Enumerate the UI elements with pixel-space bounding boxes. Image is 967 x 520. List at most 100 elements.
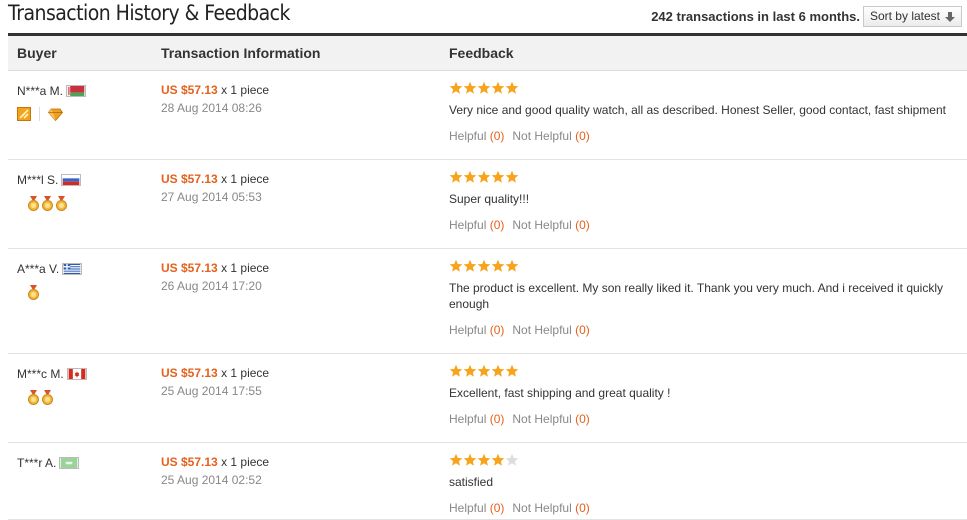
table-row: A***a V. US $57.13 x 1 piece 26 Aug 2014 1… [8, 249, 967, 354]
table-row: M***c M. US $57.13 x 1 piece 25 Aug 2014 1… [8, 354, 967, 443]
buyer-cell: A***a V. [17, 262, 83, 276]
buyer-badges [28, 285, 39, 300]
not-helpful-button[interactable]: Not Helpful (0) [512, 501, 589, 515]
buyer-name: M***c M. [17, 367, 64, 381]
quantity: x 1 piece [221, 172, 270, 186]
level-square-icon [17, 107, 31, 121]
medal-icon [28, 390, 39, 405]
star-icon [463, 81, 477, 94]
star-icon [463, 170, 477, 183]
star-icon [463, 259, 477, 272]
star-icon [477, 170, 491, 183]
star-icon [505, 364, 519, 377]
helpful-button-label: Helpful [449, 129, 487, 143]
column-header-feedback: Feedback [449, 45, 514, 61]
arrow-down-icon [945, 11, 955, 22]
star-icon [477, 259, 491, 272]
badge-divider [39, 107, 40, 121]
table-header: Buyer Transaction Information Feedback [8, 33, 967, 71]
greece-flag [62, 263, 83, 275]
buyer-name: A***a V. [17, 262, 60, 276]
transaction-date: 25 Aug 2014 02:52 [161, 473, 262, 487]
sort-button[interactable]: Sort by latest [862, 6, 962, 27]
helpful-button[interactable]: Helpful (0) [449, 412, 504, 426]
quantity: x 1 piece [221, 366, 270, 380]
star-icon [449, 364, 463, 377]
feedback-text: The product is excellent. My son really … [449, 281, 943, 311]
column-header-transaction: Transaction Information [161, 45, 321, 61]
helpful-button-label: Helpful [449, 218, 487, 232]
not-helpful-button[interactable]: Not Helpful (0) [512, 218, 589, 232]
not-helpful-button[interactable]: Not Helpful (0) [512, 129, 589, 143]
medal-icon [28, 196, 39, 211]
helpful-button[interactable]: Helpful (0) [449, 129, 504, 143]
not-helpful-button-label: Not Helpful [512, 412, 572, 426]
not-helpful-button-count: (0) [575, 501, 590, 515]
not-helpful-button[interactable]: Not Helpful (0) [512, 412, 589, 426]
page-title: Transaction History & Feedback [8, 1, 290, 25]
buyer-name: N***a M. [17, 84, 64, 98]
price-line: US $57.13 x 1 piece [161, 172, 269, 186]
star-icon [491, 453, 505, 466]
star-icon [505, 170, 519, 183]
helpful-votes: Helpful (0) Not Helpful (0) [449, 129, 598, 143]
not-helpful-button-count: (0) [575, 218, 590, 232]
helpful-button[interactable]: Helpful (0) [449, 501, 504, 515]
star-icon [449, 81, 463, 94]
transaction-count: 242 transactions in last 6 months. [651, 9, 860, 24]
unknown-flag [59, 457, 80, 469]
not-helpful-button-label: Not Helpful [512, 323, 572, 337]
helpful-votes: Helpful (0) Not Helpful (0) [449, 218, 598, 232]
buyer-cell: T***r A. [17, 456, 80, 470]
quantity: x 1 piece [221, 261, 270, 275]
not-helpful-button-count: (0) [575, 323, 590, 337]
helpful-button-label: Helpful [449, 501, 487, 515]
helpful-button-label: Helpful [449, 412, 487, 426]
helpful-votes: Helpful (0) Not Helpful (0) [449, 412, 598, 426]
medal-icon [42, 390, 53, 405]
star-icon [477, 364, 491, 377]
helpful-button-count: (0) [489, 501, 505, 515]
buyer-name: T***r A. [17, 456, 57, 470]
quantity: x 1 piece [221, 455, 270, 469]
helpful-button[interactable]: Helpful (0) [449, 218, 504, 232]
price-line: US $57.13 x 1 piece [161, 455, 269, 469]
price-line: US $57.13 x 1 piece [161, 83, 269, 97]
transaction-date: 26 Aug 2014 17:20 [161, 279, 262, 293]
star-icon [449, 259, 463, 272]
price-amount: US $57.13 [161, 83, 218, 97]
buyer-badges [28, 390, 53, 405]
buyer-badges [17, 107, 63, 121]
helpful-button-count: (0) [489, 412, 505, 426]
star-icon [491, 259, 505, 272]
not-helpful-button-count: (0) [575, 412, 590, 426]
star-icon [477, 81, 491, 94]
star-icon [505, 81, 519, 94]
helpful-votes: Helpful (0) Not Helpful (0) [449, 501, 598, 515]
star-icon [477, 453, 491, 466]
price-amount: US $57.13 [161, 172, 218, 186]
medal-icon [56, 196, 67, 211]
star-icon [491, 170, 505, 183]
table-row: N***a M. US $57.13 x 1 piece 28 Aug 2014 0… [8, 71, 967, 160]
buyer-name: M***l S. [17, 173, 59, 187]
star-rating [449, 170, 519, 184]
not-helpful-button-count: (0) [575, 129, 590, 143]
russia-flag [61, 174, 82, 186]
transaction-date: 28 Aug 2014 08:26 [161, 101, 262, 115]
page-header: Transaction History & Feedback 242 trans… [0, 0, 967, 34]
transaction-date: 27 Aug 2014 05:53 [161, 190, 262, 204]
belarus-flag [66, 85, 87, 97]
buyer-badges [28, 196, 67, 211]
helpful-button[interactable]: Helpful (0) [449, 323, 504, 337]
star-rating [449, 364, 519, 378]
feedback-text: satisfied [449, 475, 494, 489]
helpful-button-count: (0) [489, 323, 505, 337]
not-helpful-button[interactable]: Not Helpful (0) [512, 323, 589, 337]
helpful-votes: Helpful (0) Not Helpful (0) [449, 323, 598, 337]
buyer-cell: N***a M. [17, 84, 87, 98]
star-icon [449, 170, 463, 183]
price-amount: US $57.13 [161, 455, 218, 469]
star-icon [491, 81, 505, 94]
feedback-list: N***a M. US $57.13 x 1 piece 28 Aug 2014 0… [8, 71, 967, 520]
